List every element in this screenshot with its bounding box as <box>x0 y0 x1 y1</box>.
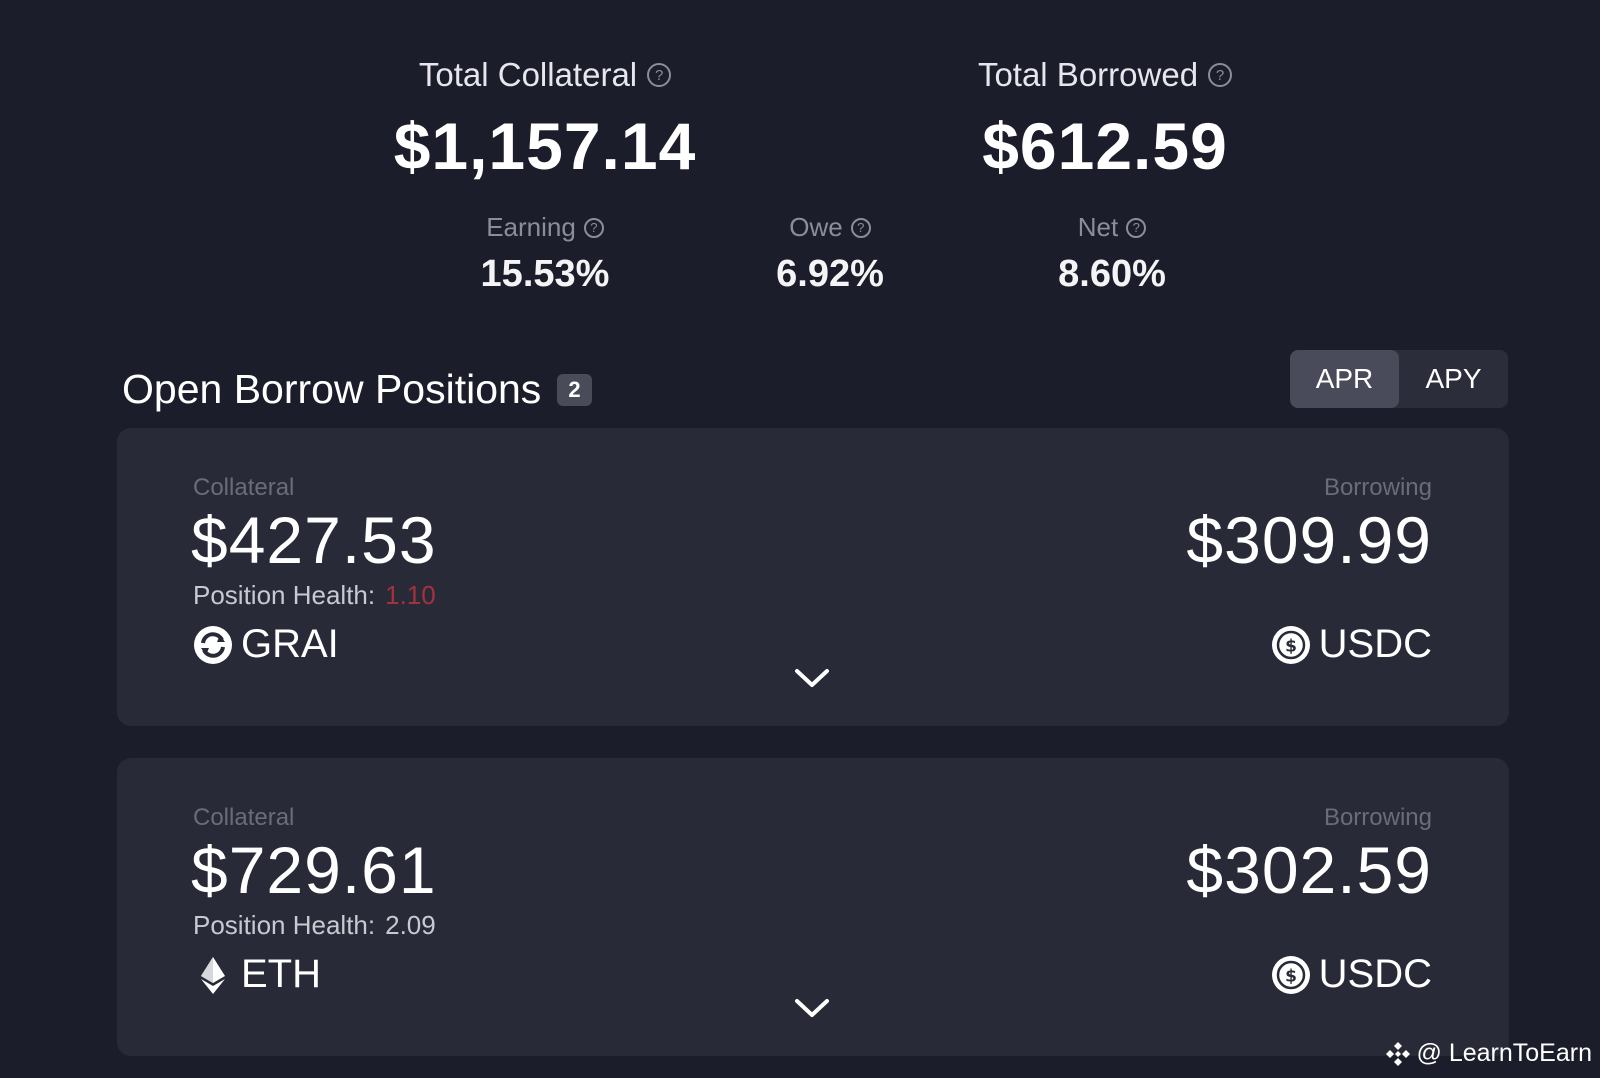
collateral-asset-name: ETH <box>241 952 321 996</box>
borrowing-asset-name: USDC <box>1318 622 1432 666</box>
total-collateral-label: Total Collateral <box>418 56 638 93</box>
position-health-label: Position Health: <box>193 580 376 610</box>
collateral-value: $427.53 <box>191 503 437 577</box>
net-label: Net <box>1077 212 1119 242</box>
section-header: Open Borrow Positions 2 <box>122 366 592 413</box>
watermark: @ LearnToEarn <box>1385 1039 1592 1068</box>
help-icon[interactable]: ? <box>647 63 672 87</box>
position-health: Position Health: 1.10 <box>193 580 436 611</box>
help-icon[interactable]: ? <box>1208 63 1233 87</box>
apy-toggle-button[interactable]: APY <box>1399 350 1508 408</box>
collateral-label: Collateral <box>193 474 295 501</box>
borrowing-value: $302.59 <box>1186 833 1432 907</box>
earning-rate: Earning ? 15.53% <box>445 212 645 296</box>
borrowing-asset: $ USDC <box>1271 622 1432 667</box>
chevron-down-icon[interactable] <box>793 996 831 1020</box>
borrowing-value: $309.99 <box>1186 503 1432 577</box>
borrowing-label: Borrowing <box>1323 804 1432 831</box>
positions-count-badge: 2 <box>557 373 592 406</box>
grai-icon <box>194 625 232 664</box>
section-title: Open Borrow Positions <box>122 366 542 412</box>
collateral-label: Collateral <box>193 804 295 831</box>
earning-value: 15.53% <box>480 253 610 295</box>
owe-rate: Owe ? 6.92% <box>730 212 930 296</box>
total-borrowed-value: $612.59 <box>982 109 1228 183</box>
position-health: Position Health: 2.09 <box>193 910 436 941</box>
help-icon[interactable]: ? <box>1126 217 1147 238</box>
collateral-asset-name: GRAI <box>241 622 339 666</box>
total-collateral-value: $1,157.14 <box>393 109 697 183</box>
apr-apy-toggle: APR APY <box>1290 350 1508 408</box>
eth-icon <box>201 956 225 994</box>
borrowing-label: Borrowing <box>1323 474 1432 501</box>
usdc-icon: $ <box>1271 625 1310 664</box>
collateral-asset: ETH <box>193 952 321 997</box>
borrow-dashboard: Total Collateral ? $1,157.14 Total Borro… <box>0 0 1600 1078</box>
total-borrowed-label: Total Borrowed <box>977 56 1199 93</box>
position-health-label: Position Health: <box>193 910 376 940</box>
position-health-value: 2.09 <box>385 910 436 940</box>
owe-value: 6.92% <box>776 253 884 295</box>
usdc-icon: $ <box>1271 955 1310 994</box>
chevron-down-icon[interactable] <box>793 666 831 690</box>
borrowing-asset-name: USDC <box>1318 952 1432 996</box>
position-card[interactable]: Collateral $729.61 Position Health: 2.09… <box>117 758 1509 1056</box>
net-value: 8.60% <box>1058 253 1166 295</box>
earning-label: Earning <box>486 212 576 242</box>
watermark-text: @ LearnToEarn <box>1416 1039 1592 1067</box>
binance-logo-icon <box>1385 1041 1410 1066</box>
svg-text:$: $ <box>1285 636 1297 656</box>
total-borrowed: Total Borrowed ? $612.59 <box>960 56 1250 184</box>
net-rate: Net ? 8.60% <box>1012 212 1212 296</box>
position-health-value: 1.10 <box>385 580 436 610</box>
help-icon[interactable]: ? <box>583 217 604 238</box>
position-card[interactable]: Collateral $427.53 Position Health: 1.10… <box>117 428 1509 726</box>
apr-toggle-button[interactable]: APR <box>1290 350 1399 408</box>
help-icon[interactable]: ? <box>850 217 871 238</box>
svg-text:$: $ <box>1285 966 1297 986</box>
collateral-asset: GRAI <box>193 622 339 667</box>
total-collateral: Total Collateral ? $1,157.14 <box>390 56 700 184</box>
borrowing-asset: $ USDC <box>1271 952 1432 997</box>
collateral-value: $729.61 <box>191 833 437 907</box>
owe-label: Owe <box>789 212 843 242</box>
